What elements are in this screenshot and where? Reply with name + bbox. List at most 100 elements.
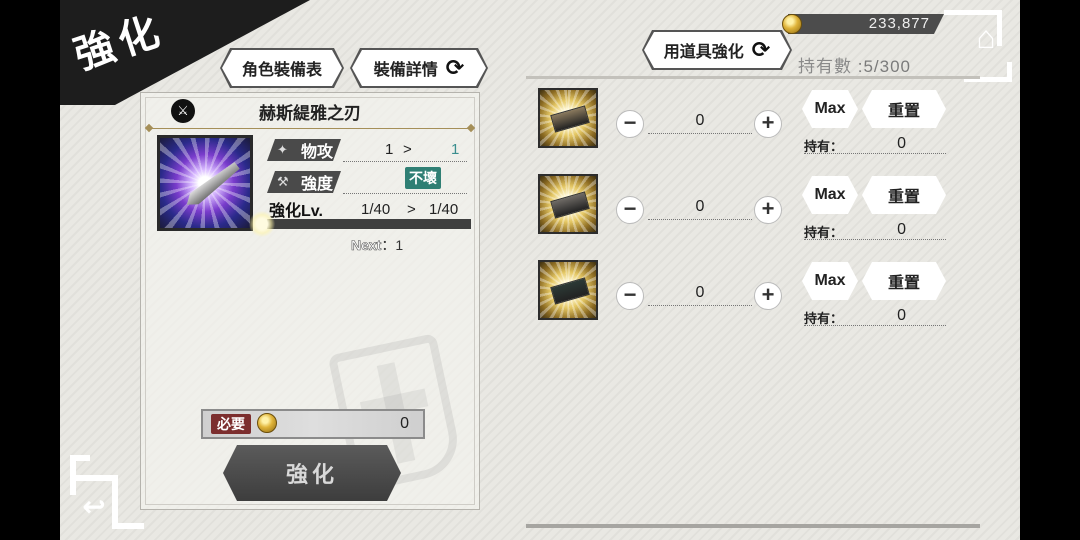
whetstone-icon	[550, 191, 590, 219]
material-thumbnail[interactable]	[538, 88, 598, 148]
cost-row: 必要 0	[201, 409, 425, 439]
corner-frame	[112, 475, 118, 529]
atk-to: 1	[451, 141, 460, 158]
next-label: Next	[351, 237, 382, 254]
atk-label-text: 物攻	[300, 144, 333, 161]
tab-item-enhance-label: 用道具強化	[663, 44, 744, 61]
decrease-button[interactable]: −	[616, 282, 644, 310]
hold-count: 持有數 :5/300	[798, 57, 911, 76]
gold-display: 233,877	[788, 14, 944, 34]
hammer-icon: ⚒	[277, 174, 289, 189]
increase-button[interactable]: +	[754, 110, 782, 138]
next-exp: Next：1	[351, 235, 403, 255]
name-divider	[149, 128, 471, 129]
owned-label: 持有：	[804, 311, 844, 326]
max-button-label: Max	[814, 100, 846, 117]
reset-button-label: 重置	[887, 103, 920, 120]
whetstone-icon	[550, 277, 590, 305]
home-button[interactable]: ⌂	[944, 10, 1012, 82]
max-button-label: Max	[814, 186, 846, 203]
refresh-icon: ⟳	[751, 37, 771, 62]
atk-from: 1	[385, 141, 394, 158]
tab-character-equipment[interactable]: 角色裝備表	[222, 50, 342, 86]
atk-icon: ✦	[277, 142, 288, 157]
corner-frame	[944, 10, 1002, 15]
exp-bar	[267, 219, 471, 229]
material-row: − 0 + Max 重置 持有： 0	[538, 88, 978, 158]
owned-row: 持有： 0	[804, 221, 946, 240]
level-to: 1/40	[429, 201, 459, 218]
next-value: 1	[395, 237, 404, 253]
increase-button[interactable]: +	[754, 282, 782, 310]
durability-value: 不壞	[405, 167, 441, 189]
corner-frame	[70, 475, 118, 481]
material-row: − 0 + Max 重置 持有： 0	[538, 260, 978, 330]
reset-button-label: 重置	[887, 275, 920, 292]
corner-frame	[1007, 62, 1012, 82]
owned-label: 持有：	[804, 225, 844, 240]
quantity-value: 0	[695, 284, 705, 301]
decrease-button[interactable]: −	[616, 110, 644, 138]
decrease-button[interactable]: −	[616, 196, 644, 224]
back-button[interactable]: ↩	[70, 455, 144, 529]
owned-row: 持有： 0	[804, 135, 946, 154]
tab-equipment-details[interactable]: 裝備詳情 ⟳	[352, 50, 486, 86]
divider	[343, 161, 467, 162]
dagger-icon	[182, 160, 241, 210]
owned-value: 0	[897, 135, 906, 152]
refresh-icon: ⟳	[445, 55, 465, 80]
increase-button[interactable]: +	[754, 196, 782, 224]
enhance-screen: 強化 角色裝備表 裝備詳情 ⟳ ⚔ 赫斯緹雅之刃 ✦ 物攻 1 > 1 ⚒ 強度…	[60, 0, 1020, 540]
atk-label: ✦ 物攻	[267, 139, 341, 161]
material-row: − 0 + Max 重置 持有： 0	[538, 174, 978, 244]
max-button[interactable]: Max	[802, 262, 858, 300]
quantity-value: 0	[695, 112, 705, 129]
back-arrow-icon: ↩	[82, 491, 106, 522]
cost-label: 必要	[211, 414, 251, 434]
quantity-field[interactable]: 0	[648, 112, 752, 134]
weapon-name: 赫斯緹雅之刃	[259, 103, 361, 123]
exp-glow	[249, 211, 275, 237]
weapon-thumbnail[interactable]	[157, 135, 253, 231]
tab-item-enhance[interactable]: 用道具強化 ⟳	[644, 32, 790, 68]
corner-frame	[118, 523, 144, 529]
max-button-label: Max	[814, 272, 846, 289]
gold-coin-icon	[782, 14, 802, 34]
max-button[interactable]: Max	[802, 90, 858, 128]
level-from: 1/40	[361, 201, 391, 218]
max-button[interactable]: Max	[802, 176, 858, 214]
divider	[343, 193, 467, 194]
quantity-field[interactable]: 0	[648, 284, 752, 306]
reset-button[interactable]: 重置	[862, 262, 946, 300]
divider	[526, 76, 980, 79]
tab-character-equipment-label: 角色裝備表	[241, 62, 322, 79]
level-arrow: >	[407, 201, 416, 218]
durability-label-text: 強度	[300, 176, 333, 193]
screen: 強化 角色裝備表 裝備詳情 ⟳ ⚔ 赫斯緹雅之刃 ✦ 物攻 1 > 1 ⚒ 強度…	[0, 0, 1080, 540]
material-thumbnail[interactable]	[538, 174, 598, 234]
owned-label: 持有：	[804, 139, 844, 154]
owned-value: 0	[897, 307, 906, 324]
material-thumbnail[interactable]	[538, 260, 598, 320]
level-label: 強化Lv.	[269, 203, 323, 220]
reset-button-label: 重置	[887, 189, 920, 206]
gold-coin-icon	[257, 413, 277, 433]
quantity-value: 0	[695, 198, 705, 215]
owned-row: 持有： 0	[804, 307, 946, 326]
whetstone-icon	[550, 105, 590, 133]
durability-label: ⚒ 強度	[267, 171, 341, 193]
hold-value: 5/300	[863, 57, 911, 76]
weapon-name-row: 赫斯緹雅之刃	[141, 93, 479, 129]
owned-value: 0	[897, 221, 906, 238]
reset-button[interactable]: 重置	[862, 176, 946, 214]
hold-label: 持有數	[798, 57, 852, 76]
home-icon: ⌂	[976, 19, 996, 55]
divider	[526, 524, 980, 528]
equipment-panel: ⚔ 赫斯緹雅之刃 ✦ 物攻 1 > 1 ⚒ 強度 不壞 強化Lv. 1/40 >…	[140, 92, 480, 510]
enhance-button[interactable]: 強化	[223, 445, 401, 501]
quantity-field[interactable]: 0	[648, 198, 752, 220]
gold-value: 233,877	[868, 15, 930, 32]
reset-button[interactable]: 重置	[862, 90, 946, 128]
tab-equipment-details-label: 裝備詳情	[373, 62, 438, 79]
next-sep: ：	[381, 237, 396, 253]
